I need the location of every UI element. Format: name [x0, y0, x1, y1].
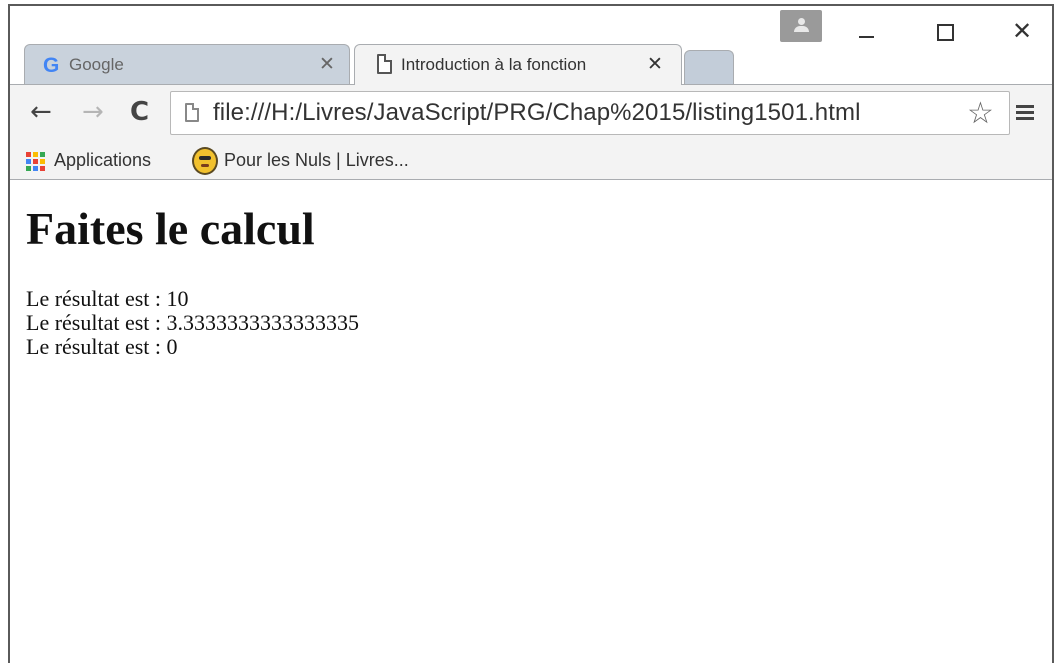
title-bar: ✕ G Google ✕ Introduction à la fonction … — [10, 6, 1052, 86]
page-content: Faites le calcul Le résultat est : 10 Le… — [10, 181, 1052, 663]
browser-toolbar: ← → C file:///H:/Livres/JavaScript/PRG/C… — [10, 84, 1052, 144]
tab-title: Google — [69, 55, 124, 74]
page-icon — [185, 103, 199, 122]
new-tab-button[interactable] — [684, 50, 734, 84]
bookmark-applications[interactable]: Applications — [54, 150, 151, 171]
back-button[interactable]: ← — [30, 97, 52, 127]
menu-icon[interactable] — [1016, 105, 1034, 121]
result-line: Le résultat est : 3.3333333333333335 — [26, 310, 360, 335]
page-icon — [377, 54, 392, 74]
tab-introduction[interactable]: Introduction à la fonction ✕ — [354, 44, 682, 85]
tab-title: Introduction à la fonction — [401, 55, 587, 74]
page-heading: Faites le calcul — [26, 203, 315, 254]
browser-window: ✕ G Google ✕ Introduction à la fonction … — [8, 4, 1054, 663]
google-icon: G — [43, 54, 60, 77]
pour-les-nuls-icon[interactable] — [192, 147, 218, 175]
minimize-button[interactable] — [846, 16, 886, 46]
apps-grid-icon[interactable] — [26, 152, 46, 171]
tab-close-icon[interactable]: ✕ — [319, 53, 335, 75]
user-icon — [798, 18, 805, 25]
forward-button[interactable]: → — [82, 97, 104, 127]
address-bar[interactable]: file:///H:/Livres/JavaScript/PRG/Chap%20… — [170, 91, 1010, 135]
bookmark-star-icon[interactable]: ☆ — [967, 96, 994, 131]
url-text[interactable]: file:///H:/Livres/JavaScript/PRG/Chap%20… — [213, 99, 861, 127]
bookmark-pour-les-nuls[interactable]: Pour les Nuls | Livres... — [224, 150, 409, 171]
maximize-button[interactable] — [924, 16, 964, 46]
bookmarks-bar: Applications Pour les Nuls | Livres... — [10, 144, 1052, 180]
window-close-button[interactable]: ✕ — [1002, 16, 1042, 46]
tab-google[interactable]: G Google ✕ — [24, 44, 350, 86]
tab-close-icon[interactable]: ✕ — [647, 53, 663, 75]
result-line: Le résultat est : 0 — [26, 334, 178, 359]
result-line: Le résultat est : 10 — [26, 286, 189, 311]
reload-button[interactable]: C — [130, 97, 149, 127]
profile-button[interactable] — [780, 10, 822, 42]
